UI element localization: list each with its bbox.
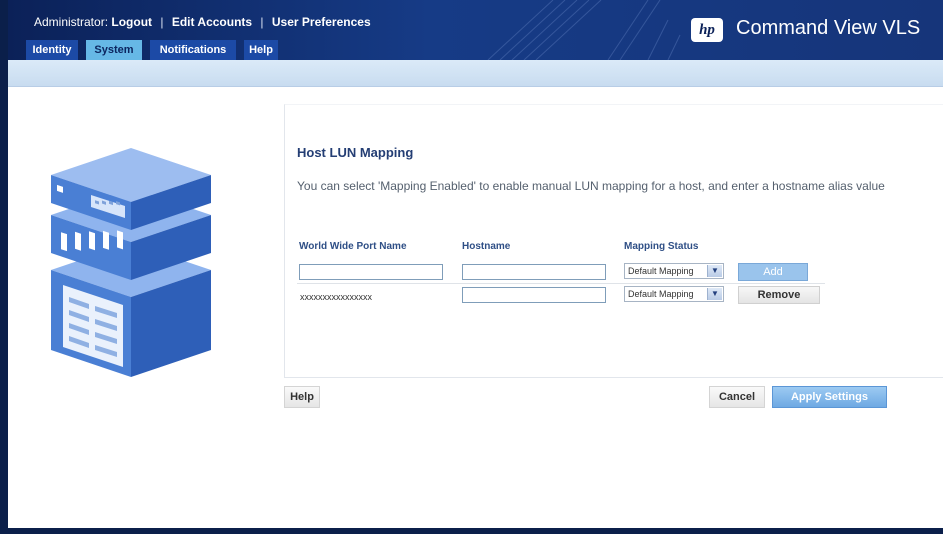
page-description: You can select 'Mapping Enabled' to enab… — [297, 179, 885, 193]
edit-accounts-link[interactable]: Edit Accounts — [172, 15, 252, 29]
logout-link[interactable]: Logout — [111, 15, 152, 29]
product-title: Command View VLS — [736, 17, 921, 39]
hp-logo-text: hp — [699, 22, 715, 38]
mapping-status-value: Default Mapping — [628, 289, 694, 299]
window-frame-left — [0, 0, 8, 534]
dropdown-arrow-icon: ▼ — [707, 265, 722, 277]
column-header-mapping-status: Mapping Status — [624, 241, 699, 252]
wwpn-value: xxxxxxxxxxxxxxxx — [300, 292, 372, 302]
column-header-wwpn: World Wide Port Name — [299, 241, 407, 252]
row-divider — [297, 283, 825, 284]
hp-logo: hp — [691, 18, 723, 42]
mapping-status-select[interactable]: Default Mapping ▼ — [624, 286, 724, 302]
add-button[interactable]: Add — [738, 263, 808, 281]
admin-bar: Administrator: Logout | Edit Accounts | … — [34, 15, 371, 29]
mapping-status-select[interactable]: Default Mapping ▼ — [624, 263, 724, 279]
window-frame-bottom — [0, 528, 943, 534]
column-header-hostname: Hostname — [462, 241, 511, 252]
page-title: Host LUN Mapping — [297, 145, 414, 160]
dropdown-arrow-icon: ▼ — [707, 288, 722, 300]
mapping-status-value: Default Mapping — [628, 266, 694, 276]
tab-notifications[interactable]: Notifications — [150, 40, 236, 60]
tab-identity[interactable]: Identity — [26, 40, 78, 60]
sub-header-bar — [8, 60, 943, 87]
separator: | — [160, 15, 164, 29]
remove-button[interactable]: Remove — [738, 286, 820, 304]
hostname-input[interactable] — [462, 264, 606, 280]
separator: | — [260, 15, 264, 29]
user-preferences-link[interactable]: User Preferences — [272, 15, 371, 29]
wwpn-input[interactable] — [299, 264, 443, 280]
cancel-button[interactable]: Cancel — [709, 386, 765, 408]
app-header: Administrator: Logout | Edit Accounts | … — [8, 0, 943, 60]
server-illustration-icon — [51, 148, 211, 377]
tab-system[interactable]: System — [86, 40, 142, 60]
apply-settings-button[interactable]: Apply Settings — [772, 386, 887, 408]
admin-label: Administrator: — [34, 15, 109, 29]
tab-help[interactable]: Help — [244, 40, 278, 60]
hostname-input[interactable] — [462, 287, 606, 303]
help-button[interactable]: Help — [284, 386, 320, 408]
